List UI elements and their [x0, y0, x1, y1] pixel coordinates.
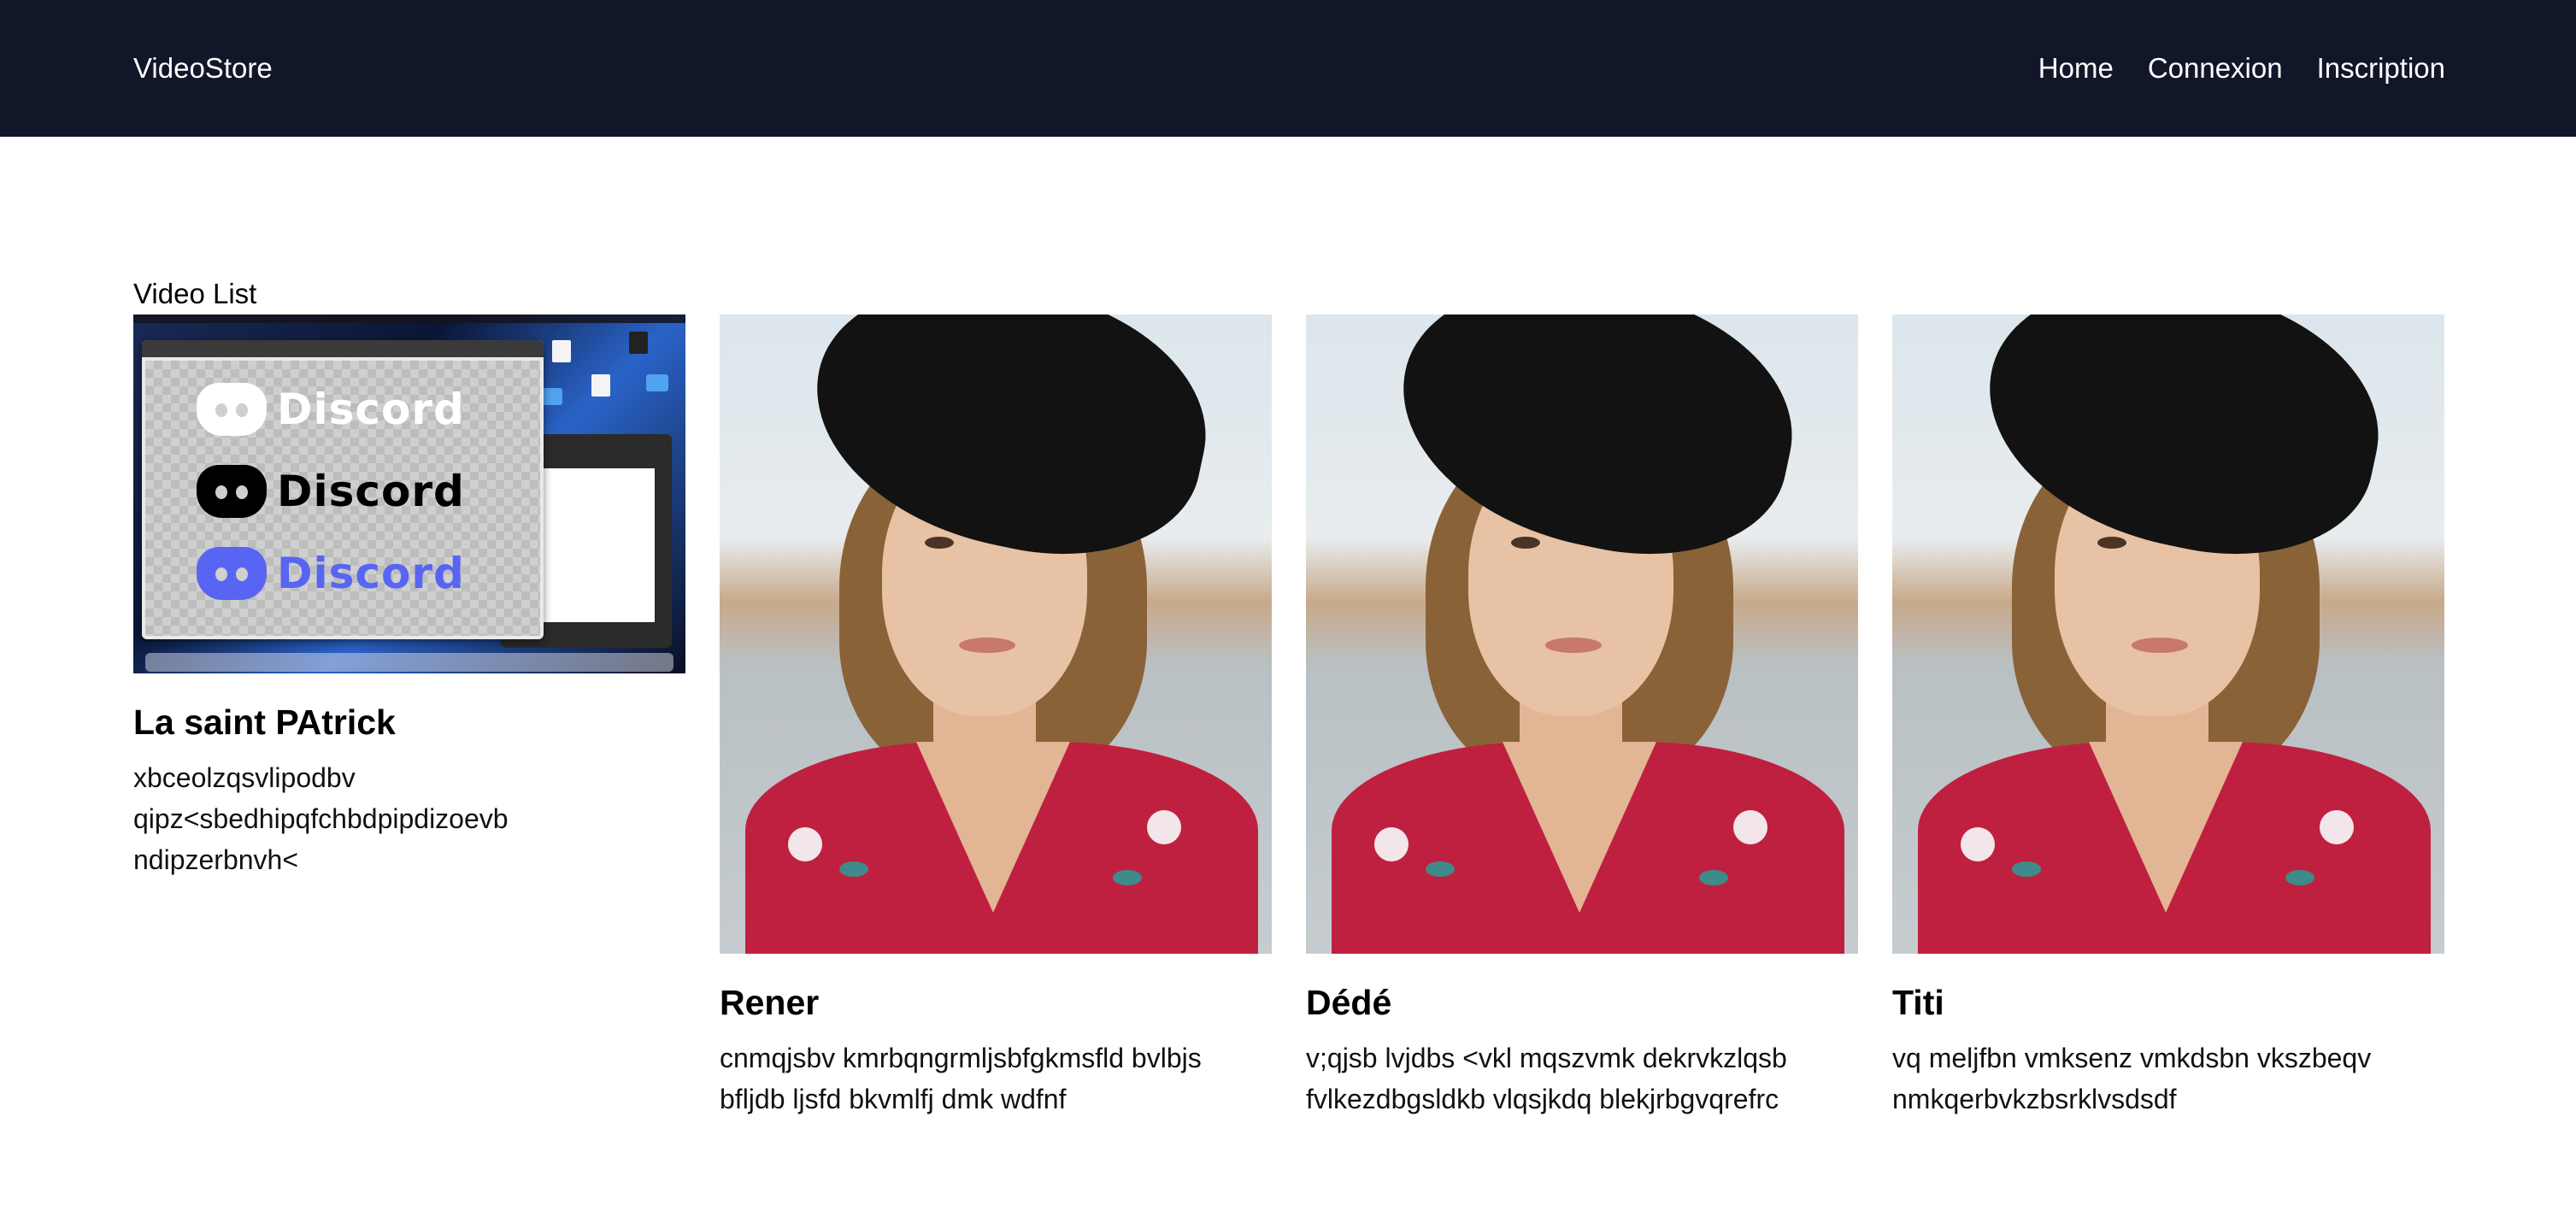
video-list-heading: Video List: [133, 278, 257, 309]
shirt-flower: [1147, 810, 1181, 844]
brand-link[interactable]: VideoStore: [133, 50, 273, 87]
video-description: xbceolzqsvlipodbv qipz<sbedhipqfchbdpipd…: [133, 762, 509, 875]
shirt-leaf: [1113, 870, 1142, 885]
video-title[interactable]: La saint PAtrick: [133, 699, 685, 745]
shirt-leaf: [1426, 861, 1455, 877]
video-description: v;qjsb lvjdbs <vkl mqszvmk dekrvkzlqsb f…: [1306, 1043, 1787, 1114]
shirt-flower: [2320, 810, 2354, 844]
video-thumbnail[interactable]: [1306, 314, 1858, 954]
discord-logo-black: Discord: [197, 465, 465, 518]
video-card[interactable]: Dédé v;qjsb lvjdbs <vkl mqszvmk dekrvkzl…: [1306, 314, 1858, 1120]
desktop-file-icon: [552, 340, 571, 362]
video-title[interactable]: Titi: [1892, 979, 2444, 1026]
portrait-eye: [1511, 537, 1540, 549]
menubar-strip: [133, 314, 685, 323]
discord-logo-blurple: Discord: [197, 547, 465, 600]
transparency-grid: Discord Discord Discord: [145, 361, 540, 636]
portrait-neckline: [1503, 742, 1656, 913]
window-titlebar: [142, 340, 544, 357]
nav-link-inscription[interactable]: Inscription: [2317, 50, 2445, 87]
shirt-flower: [788, 827, 822, 861]
discord-wordmark: Discord: [277, 385, 465, 434]
video-description: vq meljfbn vmksenz vmkdsbn vkszbeqv nmkq…: [1892, 1043, 2372, 1114]
video-description: cnmqjsbv kmrbqngrmljsbfgkmsfld bvlbjs bf…: [720, 1043, 1202, 1114]
nav-link-connexion[interactable]: Connexion: [2148, 50, 2283, 87]
shirt-leaf: [2285, 870, 2314, 885]
video-title[interactable]: Dédé: [1306, 979, 1858, 1026]
discord-icon: [197, 383, 267, 436]
portrait-eye: [925, 537, 954, 549]
top-navbar: VideoStore Home Connexion Inscription: [0, 0, 2576, 137]
shirt-flower: [1374, 827, 1409, 861]
video-title[interactable]: Rener: [720, 979, 1272, 1026]
shirt-flower: [1733, 810, 1767, 844]
portrait-eye: [2097, 537, 2126, 549]
video-thumbnail[interactable]: [1892, 314, 2444, 954]
video-thumbnail[interactable]: Discord Discord Discord: [133, 314, 685, 673]
shirt-leaf: [839, 861, 868, 877]
portrait-neckline: [2089, 742, 2243, 913]
discord-wordmark: Discord: [277, 549, 465, 598]
portrait-lips: [2132, 638, 2188, 653]
mac-dock: [145, 653, 673, 672]
shirt-leaf: [2012, 861, 2041, 877]
video-card[interactable]: Rener cnmqjsbv kmrbqngrmljsbfgkmsfld bvl…: [720, 314, 1272, 1120]
desktop-folder-icon: [646, 374, 668, 391]
portrait-neckline: [916, 742, 1070, 913]
desktop-file-icon: [629, 332, 648, 354]
nav-links: Home Connexion Inscription: [2038, 50, 2445, 87]
portrait-lips: [959, 638, 1015, 653]
portrait-lips: [1545, 638, 1602, 653]
discord-icon: [197, 547, 267, 600]
video-card[interactable]: Titi vq meljfbn vmksenz vmkdsbn vkszbeqv…: [1892, 314, 2444, 1120]
image-preview-window: Discord Discord Discord: [142, 340, 544, 639]
nav-link-home[interactable]: Home: [2038, 50, 2114, 87]
video-thumbnail[interactable]: [720, 314, 1272, 954]
discord-logo-white: Discord: [197, 383, 465, 436]
video-card[interactable]: Discord Discord Discord La saint PAtrick…: [133, 314, 685, 880]
desktop-file-icon: [591, 374, 610, 397]
shirt-flower: [1961, 827, 1995, 861]
discord-wordmark: Discord: [277, 467, 465, 516]
shirt-leaf: [1699, 870, 1728, 885]
discord-icon: [197, 465, 267, 518]
